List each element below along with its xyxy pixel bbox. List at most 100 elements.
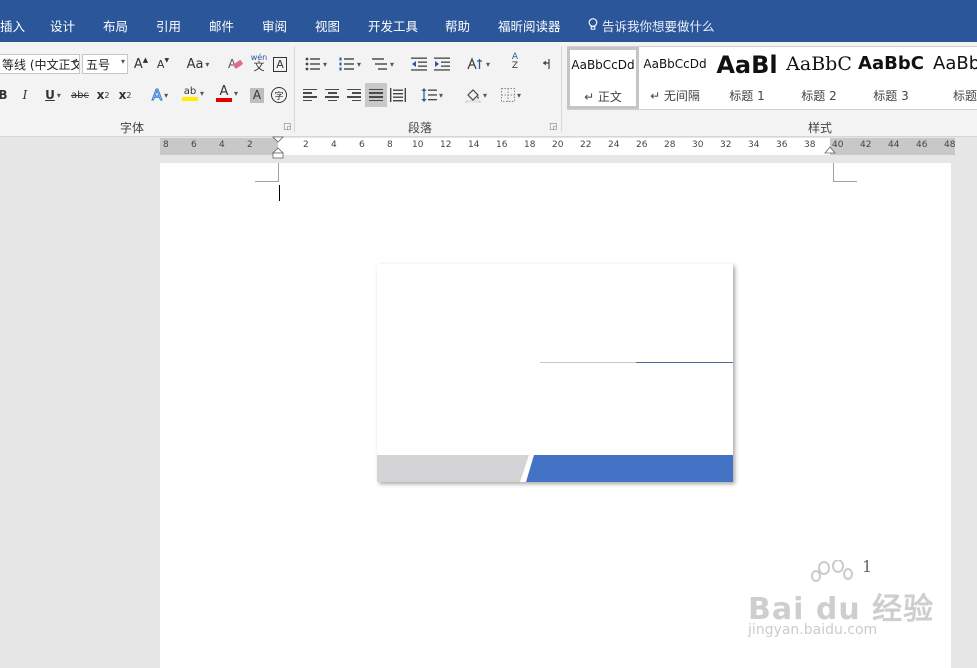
superscript-button[interactable]: x2 (116, 84, 134, 106)
style-heading-2[interactable]: AaBbC 标题 2 (783, 47, 855, 109)
chinese-layout-button[interactable]: ▾ (464, 53, 492, 75)
line-spacing-button[interactable]: ▾ (418, 84, 446, 106)
align-right-button[interactable] (345, 84, 363, 106)
clear-formatting-button[interactable]: A (226, 53, 246, 75)
align-right-icon (347, 88, 361, 102)
ruler-number: 2 (303, 140, 309, 150)
font-color-button[interactable]: A ▾ (212, 82, 242, 104)
caret-down-icon: ▼ (164, 56, 170, 64)
bullets-button[interactable]: ▾ (302, 53, 330, 75)
style-preview: AaBbCcDd (571, 58, 635, 72)
highlight-color-button[interactable]: ab ▾ (178, 82, 208, 104)
justify-button[interactable] (365, 83, 387, 107)
underline-button[interactable]: U ▾ (38, 84, 68, 106)
ruler-number: 4 (219, 140, 225, 150)
ruler-number: 28 (664, 140, 676, 150)
shrink-font-button[interactable]: A ▼ (154, 53, 172, 75)
style-heading-3[interactable]: AaBbC 标题 3 (855, 47, 927, 109)
style-preview: AaBbCcDd (643, 57, 707, 71)
font-size-value: 五号 (86, 58, 111, 72)
style-name: 标题 3 (873, 89, 909, 103)
superscript-digit: 2 (126, 90, 132, 100)
tab-insert[interactable]: 插入 (0, 16, 25, 35)
text-effects-button[interactable]: A ▾ (146, 84, 174, 106)
style-preview: AaBb (933, 53, 977, 74)
ruler-number: 48 (944, 140, 956, 150)
tab-review[interactable]: 审阅 (262, 16, 287, 35)
ruler-number: 38 (804, 140, 816, 150)
tab-view[interactable]: 视图 (315, 16, 340, 35)
strikethrough-button[interactable]: abc (70, 84, 90, 106)
multilevel-list-button[interactable]: ▾ (369, 53, 397, 75)
align-center-button[interactable] (323, 84, 341, 106)
tab-help[interactable]: 帮助 (445, 16, 470, 35)
phonetic-guide-button[interactable]: wén 文 (249, 51, 269, 73)
paint-bucket-icon (465, 89, 481, 103)
subscript-digit: 2 (104, 90, 110, 100)
justify-icon (369, 88, 383, 102)
grow-font-button[interactable]: A ▲ (132, 53, 150, 75)
enclose-characters-icon: 字 (271, 87, 287, 103)
font-size-combo[interactable]: 五号 ▾ (82, 54, 128, 74)
tab-developer[interactable]: 开发工具 (368, 16, 418, 35)
ruler-number: 8 (163, 140, 169, 150)
indent-marker-icon[interactable] (272, 136, 284, 160)
italic-button[interactable]: I (18, 84, 32, 106)
show-marks-button[interactable] (537, 53, 555, 75)
eraser-icon: A (228, 57, 243, 71)
highlighter-icon: ab (181, 86, 198, 101)
bold-button[interactable]: B (0, 84, 10, 106)
increase-indent-button[interactable] (432, 53, 452, 75)
shading-button[interactable]: ▾ (460, 84, 492, 106)
tell-me-search[interactable]: 告诉我你想要做什么 (588, 16, 715, 35)
enclose-characters-button[interactable]: 字 (270, 84, 288, 106)
card-footer-gray-shape (377, 455, 529, 482)
ruler-number: 6 (359, 140, 365, 150)
tab-references[interactable]: 引用 (156, 16, 181, 35)
phonetic-bottom-text: 文 (253, 60, 265, 73)
ruler-number: 20 (552, 140, 564, 150)
baidu-watermark: Bai du 经验 jingyan.baidu.com (748, 560, 933, 640)
chevron-down-icon: ▾ (322, 59, 327, 69)
font-dialog-launcher-icon[interactable]: ◲ (283, 122, 292, 132)
change-case-button[interactable]: Aa ▾ (182, 53, 214, 75)
numbering-button[interactable]: ▾ (336, 53, 364, 75)
decrease-indent-button[interactable] (409, 53, 429, 75)
character-border-button[interactable]: A (271, 53, 289, 75)
chevron-down-icon: ▾ (482, 90, 487, 100)
style-title[interactable]: AaBb 标题 (927, 47, 977, 109)
margin-corner-mark (255, 163, 279, 182)
tab-mailings[interactable]: 邮件 (209, 16, 234, 35)
business-card-shape[interactable] (377, 264, 733, 482)
subscript-button[interactable]: x2 (94, 84, 112, 106)
style-heading-1[interactable]: AaBl 标题 1 (711, 47, 783, 109)
chevron-down-icon: ▾ (485, 59, 490, 69)
tab-layout[interactable]: 布局 (103, 16, 128, 35)
group-divider (294, 46, 295, 132)
lightbulb-icon (588, 18, 602, 34)
right-indent-marker-icon[interactable] (824, 146, 836, 156)
style-normal[interactable]: AaBbCcDd ↵ 正文 (567, 47, 639, 109)
decrease-indent-icon (411, 57, 427, 71)
borders-button[interactable]: ▾ (496, 84, 526, 106)
font-name-combo[interactable]: 等线 (中文正文 ▾ (0, 54, 80, 74)
style-name: 标题 2 (801, 89, 837, 103)
sort-z-letter: Z (511, 61, 519, 71)
ruler-number: 10 (412, 140, 424, 150)
sort-button[interactable]: A Z (505, 51, 525, 73)
watermark-url: jingyan.baidu.com (748, 622, 878, 638)
align-left-button[interactable] (301, 84, 319, 106)
tab-design[interactable]: 设计 (50, 16, 75, 35)
distributed-button[interactable] (389, 84, 407, 106)
horizontal-ruler[interactable]: 8 6 4 2 2 4 6 8 10 12 14 16 18 20 22 24 … (160, 136, 956, 159)
chevron-down-icon: ▾ (72, 57, 77, 66)
paragraph-dialog-launcher-icon[interactable]: ◲ (549, 122, 558, 132)
tab-foxit-reader[interactable]: 福昕阅读器 (498, 16, 561, 35)
margin-corner-mark (833, 163, 857, 182)
style-no-spacing[interactable]: AaBbCcDd ↵ 无间隔 (639, 47, 711, 109)
style-preview: AaBbC (786, 53, 852, 75)
card-footer-blue-shape (526, 455, 733, 482)
character-shading-button[interactable]: A (248, 84, 266, 106)
style-name: 标题 1 (729, 89, 765, 103)
ruler-number: 34 (748, 140, 760, 150)
